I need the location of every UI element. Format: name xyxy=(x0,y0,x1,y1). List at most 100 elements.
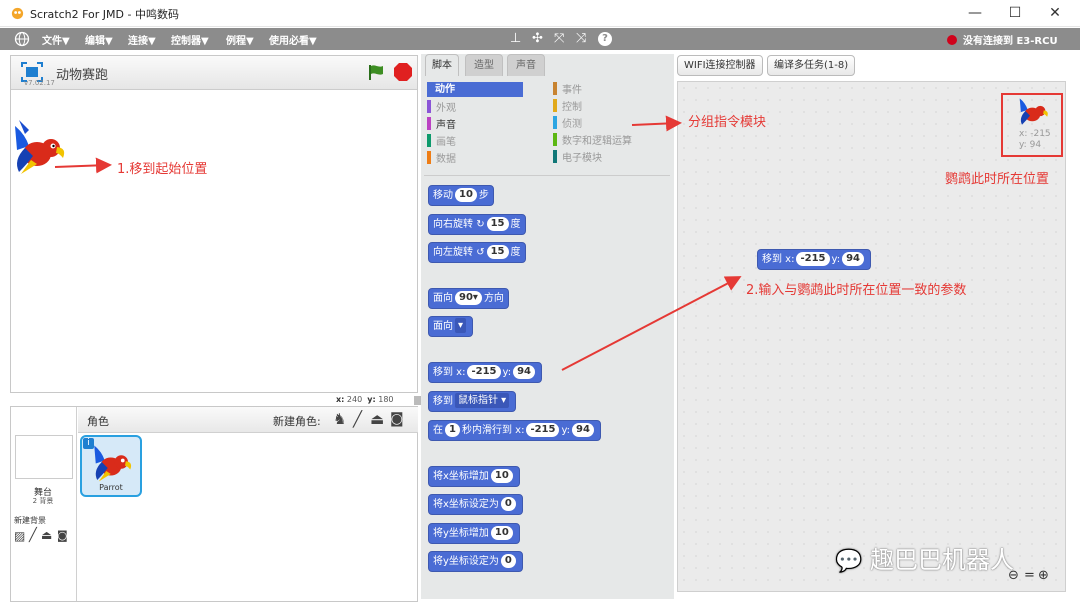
paint-backdrop-icon[interactable]: ╱ xyxy=(29,528,37,543)
script-goto-xy[interactable]: 移到 x: -215 y: 94 xyxy=(757,249,871,270)
menu-must-read[interactable]: 使用必看▼ xyxy=(269,32,317,47)
direction-input[interactable]: 90▾ xyxy=(455,291,482,305)
maximize-button[interactable]: ☐ xyxy=(995,0,1035,27)
block-goto-xy[interactable]: 移到 x: -215 y: 94 xyxy=(428,362,542,383)
menu-file[interactable]: 文件▼ xyxy=(42,32,70,47)
help-tool-icon[interactable]: ? xyxy=(598,32,612,46)
scratch-app-icon xyxy=(11,7,24,20)
block-point-direction[interactable]: 面向 90▾ 方向 xyxy=(428,288,509,309)
category-looks[interactable]: 外观 xyxy=(427,100,456,117)
goto-y-input[interactable]: 94 xyxy=(513,365,535,379)
zoom-in-icon[interactable]: ⊕ xyxy=(1038,568,1049,583)
glide-y-input[interactable]: 94 xyxy=(572,423,594,437)
shrink-tool-icon[interactable]: ⤨ xyxy=(576,32,586,46)
category-motion[interactable]: 动作 xyxy=(427,82,523,97)
sprite-library-icon[interactable]: ♞ xyxy=(333,410,346,428)
category-electronics[interactable]: 电子模块 xyxy=(553,150,632,167)
category-list: 动作 外观 声音 画笔 数据 事件 控制 侦测 数字和逻辑运算 电子模块 xyxy=(424,78,670,176)
panel-collapse-handle[interactable] xyxy=(414,396,421,405)
block-change-y[interactable]: 将y坐标增加 10 xyxy=(428,523,520,544)
category-operators[interactable]: 数字和逻辑运算 xyxy=(553,133,632,150)
glide-x-input[interactable]: -215 xyxy=(526,423,560,437)
menu-connect[interactable]: 连接▼ xyxy=(128,32,156,47)
parrot-sprite-on-stage[interactable] xyxy=(11,120,69,176)
green-flag-icon[interactable] xyxy=(367,63,385,81)
script-y-input[interactable]: 94 xyxy=(842,252,864,266)
project-title[interactable]: 动物赛跑 xyxy=(56,64,108,83)
stage-thumbnail[interactable] xyxy=(15,435,73,479)
category-events[interactable]: 事件 xyxy=(553,82,632,99)
tab-scripts[interactable]: 脚本 xyxy=(425,54,459,76)
turn-left-degrees-input[interactable]: 15 xyxy=(486,245,509,259)
set-y-input[interactable]: 0 xyxy=(500,554,516,568)
turn-right-degrees-input[interactable]: 15 xyxy=(486,217,509,231)
block-turn-left[interactable]: 向左旋转 ↺ 15 度 xyxy=(428,242,526,263)
point-towards-dropdown[interactable]: ▾ xyxy=(455,318,467,333)
block-move-steps[interactable]: 移动 10 步 xyxy=(428,185,494,206)
sound-swatch xyxy=(427,117,431,130)
wifi-connect-button[interactable]: WIFI连接控制器 xyxy=(677,55,763,76)
block-point-towards[interactable]: 面向 ▾ xyxy=(428,316,474,337)
block-set-x[interactable]: 将x坐标设定为 0 xyxy=(428,494,523,515)
mouse-coordinates: x: 240 y: 180 xyxy=(336,395,394,404)
block-turn-right[interactable]: 向右旋转 ↻ 15 度 xyxy=(428,214,526,235)
stamp-tool-icon[interactable]: ⊥ xyxy=(510,32,521,46)
wechat-icon: 💬 xyxy=(835,549,863,574)
annotation-category-group: 分组指令模块 xyxy=(688,115,767,130)
set-x-input[interactable]: 0 xyxy=(500,497,516,511)
category-column-left: 外观 声音 画笔 数据 xyxy=(427,100,456,168)
backdrop-library-icon[interactable]: ▨ xyxy=(14,529,25,543)
stop-sign-icon[interactable] xyxy=(393,62,413,82)
category-sound[interactable]: 声音 xyxy=(427,117,456,134)
menu-examples[interactable]: 例程▼ xyxy=(226,32,254,47)
compile-multitask-button[interactable]: 编译多任务(1-8) xyxy=(767,55,856,76)
menu-controller[interactable]: 控制器▼ xyxy=(171,32,209,47)
tab-costumes[interactable]: 造型 xyxy=(465,54,503,76)
rotate-left-icon: ↺ xyxy=(476,247,485,258)
sprite-panel: 舞台 2 背景 新建背景 ▨ ╱ ⏏ ◙ 角色 新建角色: ♞ ╱ ⏏ ◙ i … xyxy=(10,406,418,602)
electronics-swatch xyxy=(553,150,557,163)
cut-tool-icon[interactable]: ✣ xyxy=(532,32,543,46)
block-palette-area: 脚本 造型 声音 动作 外观 声音 画笔 数据 事件 控制 侦测 数字和逻辑运算… xyxy=(421,54,674,599)
sensing-swatch xyxy=(553,116,557,129)
window-title: Scratch2 For JMD - 中鸣数码 xyxy=(30,8,179,21)
steps-input[interactable]: 10 xyxy=(455,188,477,202)
change-x-input[interactable]: 10 xyxy=(490,469,513,483)
status-dot-icon xyxy=(947,35,957,45)
upload-backdrop-icon[interactable]: ⏏ xyxy=(41,528,52,542)
events-swatch xyxy=(553,82,557,95)
tab-sounds[interactable]: 声音 xyxy=(507,54,545,76)
block-glide[interactable]: 在 1 秒内滑行到 x: -215 y: 94 xyxy=(428,420,601,441)
pen-swatch xyxy=(427,134,431,147)
block-set-y[interactable]: 将y坐标设定为 0 xyxy=(428,551,523,572)
block-change-x[interactable]: 将x坐标增加 10 xyxy=(428,466,520,487)
glide-secs-input[interactable]: 1 xyxy=(445,423,460,437)
upload-sprite-icon[interactable]: ⏏ xyxy=(370,410,384,428)
data-swatch xyxy=(427,151,431,164)
sprite-tile-parrot[interactable]: i Parrot xyxy=(80,435,142,497)
category-control[interactable]: 控制 xyxy=(553,99,632,116)
grow-tool-icon[interactable]: ⤧ xyxy=(554,32,564,46)
minimize-button[interactable]: — xyxy=(955,0,995,27)
camera-sprite-icon[interactable]: ◙ xyxy=(390,411,404,427)
category-sensing[interactable]: 侦测 xyxy=(553,116,632,133)
sprite-header: 角色 新建角色: ♞ ╱ ⏏ ◙ xyxy=(78,407,418,433)
sprite-x-readout: x: -215 xyxy=(1019,129,1051,139)
camera-backdrop-icon[interactable]: ◙ xyxy=(57,529,68,542)
goto-target-dropdown[interactable]: 鼠标指针 ▾ xyxy=(455,393,510,408)
scripts-area[interactable]: 移到 x: -215 y: 94 ⊖ = ⊕ xyxy=(677,81,1066,592)
stage-selector[interactable]: 舞台 2 背景 新建背景 ▨ ╱ ⏏ ◙ xyxy=(11,407,77,601)
script-x-input[interactable]: -215 xyxy=(796,252,830,266)
paint-sprite-icon[interactable]: ╱ xyxy=(353,410,362,428)
category-data[interactable]: 数据 xyxy=(427,151,456,168)
category-pen[interactable]: 画笔 xyxy=(427,134,456,151)
menu-edit[interactable]: 编辑▼ xyxy=(85,32,113,47)
change-y-input[interactable]: 10 xyxy=(490,526,513,540)
backdrop-count: 2 背景 xyxy=(32,497,54,505)
title-bar: Scratch2 For JMD - 中鸣数码 — ☐ ✕ xyxy=(0,0,1080,27)
zoom-reset-icon[interactable]: = xyxy=(1024,568,1035,583)
goto-x-input[interactable]: -215 xyxy=(467,365,501,379)
close-button[interactable]: ✕ xyxy=(1035,0,1075,27)
block-goto-target[interactable]: 移到 鼠标指针 ▾ xyxy=(428,391,517,412)
language-globe-icon[interactable] xyxy=(14,31,30,47)
